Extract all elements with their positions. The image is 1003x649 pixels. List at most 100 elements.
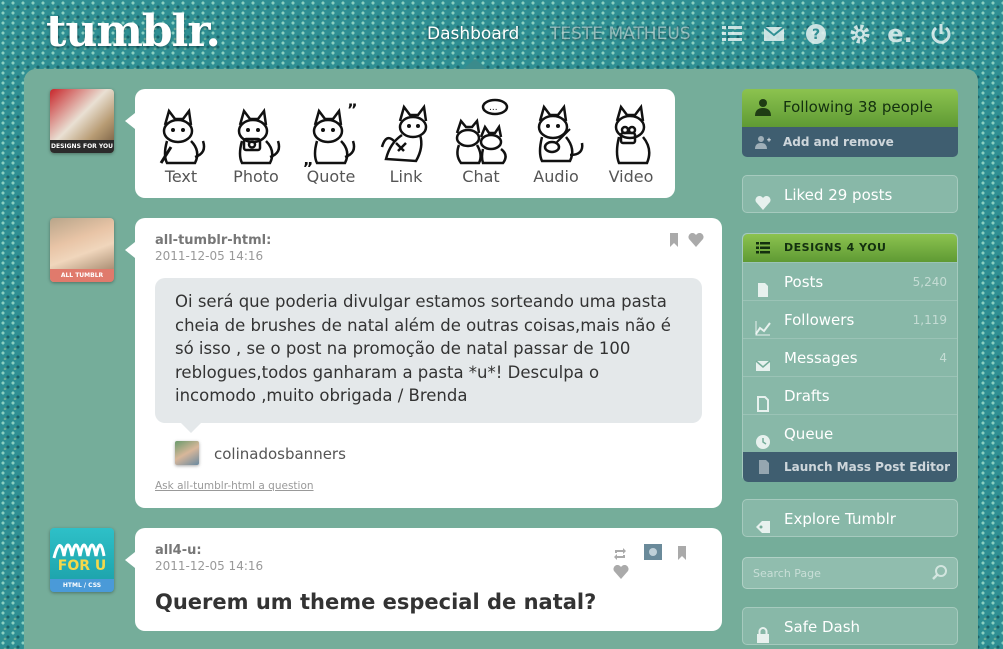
svg-text:?: ? (812, 27, 820, 43)
document-stack-icon (759, 460, 769, 474)
post-type-photo[interactable]: Photo (221, 97, 291, 186)
blog-name-label: DESIGNS 4 YOU (784, 241, 887, 254)
mail-icon (755, 350, 771, 371)
nav-blog-link[interactable]: TESTE MATHEUS (550, 24, 691, 44)
post-timestamp[interactable]: 2011-12-05 14:16 (155, 559, 263, 573)
post-type-chat-label: Chat (462, 167, 500, 186)
safe-dash-button[interactable]: Safe Dash (742, 607, 958, 645)
mail-icon[interactable] (762, 22, 786, 46)
blog-menu: DESIGNS 4 YOU Posts 5,240 Followers 1,11… (742, 233, 958, 482)
explore-label: Explore Tumblr (784, 510, 896, 528)
person-icon (755, 99, 771, 116)
svg-text:”: ” (347, 100, 358, 119)
safe-dash-row[interactable]: Safe Dash (743, 608, 957, 646)
post-type-quote[interactable]: ” „ Quote (296, 97, 366, 186)
tumblr-logo[interactable]: tumblr. (46, 6, 221, 57)
safe-dash-label: Safe Dash (784, 618, 861, 636)
post-type-video[interactable]: Video (596, 97, 666, 186)
my-avatar[interactable]: DESIGNS FOR YOU (50, 89, 114, 153)
mass-post-editor-button[interactable]: Launch Mass Post Editor (743, 452, 957, 482)
heart-icon (755, 187, 771, 210)
gear-icon[interactable] (848, 22, 872, 46)
document-icon (755, 274, 771, 297)
cat-photo-icon (237, 107, 281, 165)
power-icon[interactable] (929, 22, 953, 46)
heart-icon (613, 564, 629, 579)
post-username[interactable]: all-tumblr-html: (155, 233, 271, 248)
sidebar-item-messages[interactable]: Messages 4 (743, 338, 957, 376)
reblog-icon (614, 548, 626, 560)
search-icon[interactable] (931, 564, 949, 582)
post-type-link-label: Link (389, 167, 423, 186)
bookmark-icon (670, 233, 678, 247)
add-person-icon (755, 136, 771, 149)
sidebar-item-label: Queue (784, 425, 834, 443)
card-notch (125, 552, 135, 568)
post-type-chat[interactable]: ... Chat (446, 97, 516, 186)
asker-name[interactable]: colinadosbanners (214, 445, 346, 463)
sidebar-item-label: Drafts (784, 387, 830, 405)
post-actions (613, 544, 703, 583)
add-remove-label: Add and remove (783, 135, 894, 149)
post-type-selector: Text Photo ” „ Quote Link ... Chat Audio … (125, 89, 675, 198)
liked-posts-button[interactable]: Liked 29 posts (742, 175, 958, 213)
sidebar-item-posts[interactable]: Posts 5,240 (743, 262, 957, 300)
post-type-text-label: Text (164, 167, 198, 186)
sidebar-item-label: Followers (784, 311, 855, 329)
svg-text:...: ... (489, 103, 498, 113)
post-username[interactable]: all4-u: (155, 543, 202, 558)
post-avatar[interactable]: ALL TUMBLR (50, 218, 114, 282)
cat-link-icon (380, 103, 428, 163)
following-button[interactable]: Following 38 people (742, 89, 958, 127)
liked-posts-row[interactable]: Liked 29 posts (743, 176, 957, 214)
post-type-link[interactable]: Link (371, 97, 441, 186)
bookmark-icon (678, 546, 687, 560)
search-input[interactable]: Search Page (742, 557, 958, 589)
following-label: Following 38 people (783, 98, 933, 116)
tag-icon (755, 511, 771, 533)
ask-question-bubble: Oi será que poderia divulgar estamos sor… (155, 278, 702, 423)
post-type-text[interactable]: Text (146, 97, 216, 186)
cat-chat-icon: ... (455, 98, 509, 165)
draft-icon (755, 388, 771, 412)
liked-posts-label: Liked 29 posts (784, 186, 893, 204)
post-timestamp[interactable]: 2011-12-05 14:16 (155, 249, 263, 263)
bubble-tail (181, 423, 201, 433)
mass-post-editor-label: Launch Mass Post Editor (784, 460, 951, 474)
heart-icon (688, 232, 704, 247)
all4u-avatar-text: FOR U (57, 558, 107, 574)
cat-audio-icon (537, 103, 584, 163)
post-title[interactable]: Querem um theme especial de natal? (155, 590, 596, 614)
following-box: Following 38 people Add and remove (742, 89, 958, 157)
help-icon[interactable]: ? (804, 22, 828, 46)
list-icon[interactable] (720, 22, 744, 46)
add-remove-button[interactable]: Add and remove (742, 127, 958, 157)
post-type-video-label: Video (608, 167, 654, 186)
list-icon (756, 242, 770, 254)
sidebar-item-count: 4 (939, 351, 947, 365)
explore-tumblr-button[interactable]: Explore Tumblr (742, 499, 958, 537)
edit-e-icon[interactable]: e. (887, 20, 912, 48)
nav-dashboard-link[interactable]: Dashboard (427, 24, 519, 44)
post-type-photo-label: Photo (233, 167, 279, 186)
explore-row[interactable]: Explore Tumblr (743, 500, 957, 538)
post-avatar[interactable]: FOR U HTML / CSS (50, 528, 114, 592)
nav-active-caret (463, 59, 487, 69)
lock-icon (755, 619, 771, 643)
search-placeholder: Search Page (753, 567, 821, 580)
svg-text:e.: e. (888, 22, 912, 46)
sidebar-item-queue[interactable]: Queue (743, 414, 957, 452)
blog-name-header[interactable]: DESIGNS 4 YOU (743, 234, 957, 262)
sidebar-item-followers[interactable]: Followers 1,119 (743, 300, 957, 338)
sidebar-item-label: Messages (784, 349, 858, 367)
asker-avatar[interactable] (175, 441, 199, 465)
ask-question-link[interactable]: Ask all-tumblr-html a question (155, 480, 314, 492)
cat-video-icon (614, 103, 651, 165)
clock-icon (755, 426, 771, 449)
post-card: all4-u: 2011-12-05 14:16 Querem um theme… (125, 528, 722, 631)
post-type-quote-label: Quote (306, 167, 356, 186)
card-notch (125, 242, 135, 258)
post-type-audio[interactable]: Audio (521, 97, 591, 186)
sidebar-item-drafts[interactable]: Drafts (743, 376, 957, 414)
post-avatar-caption: HTML / CSS (50, 579, 114, 592)
